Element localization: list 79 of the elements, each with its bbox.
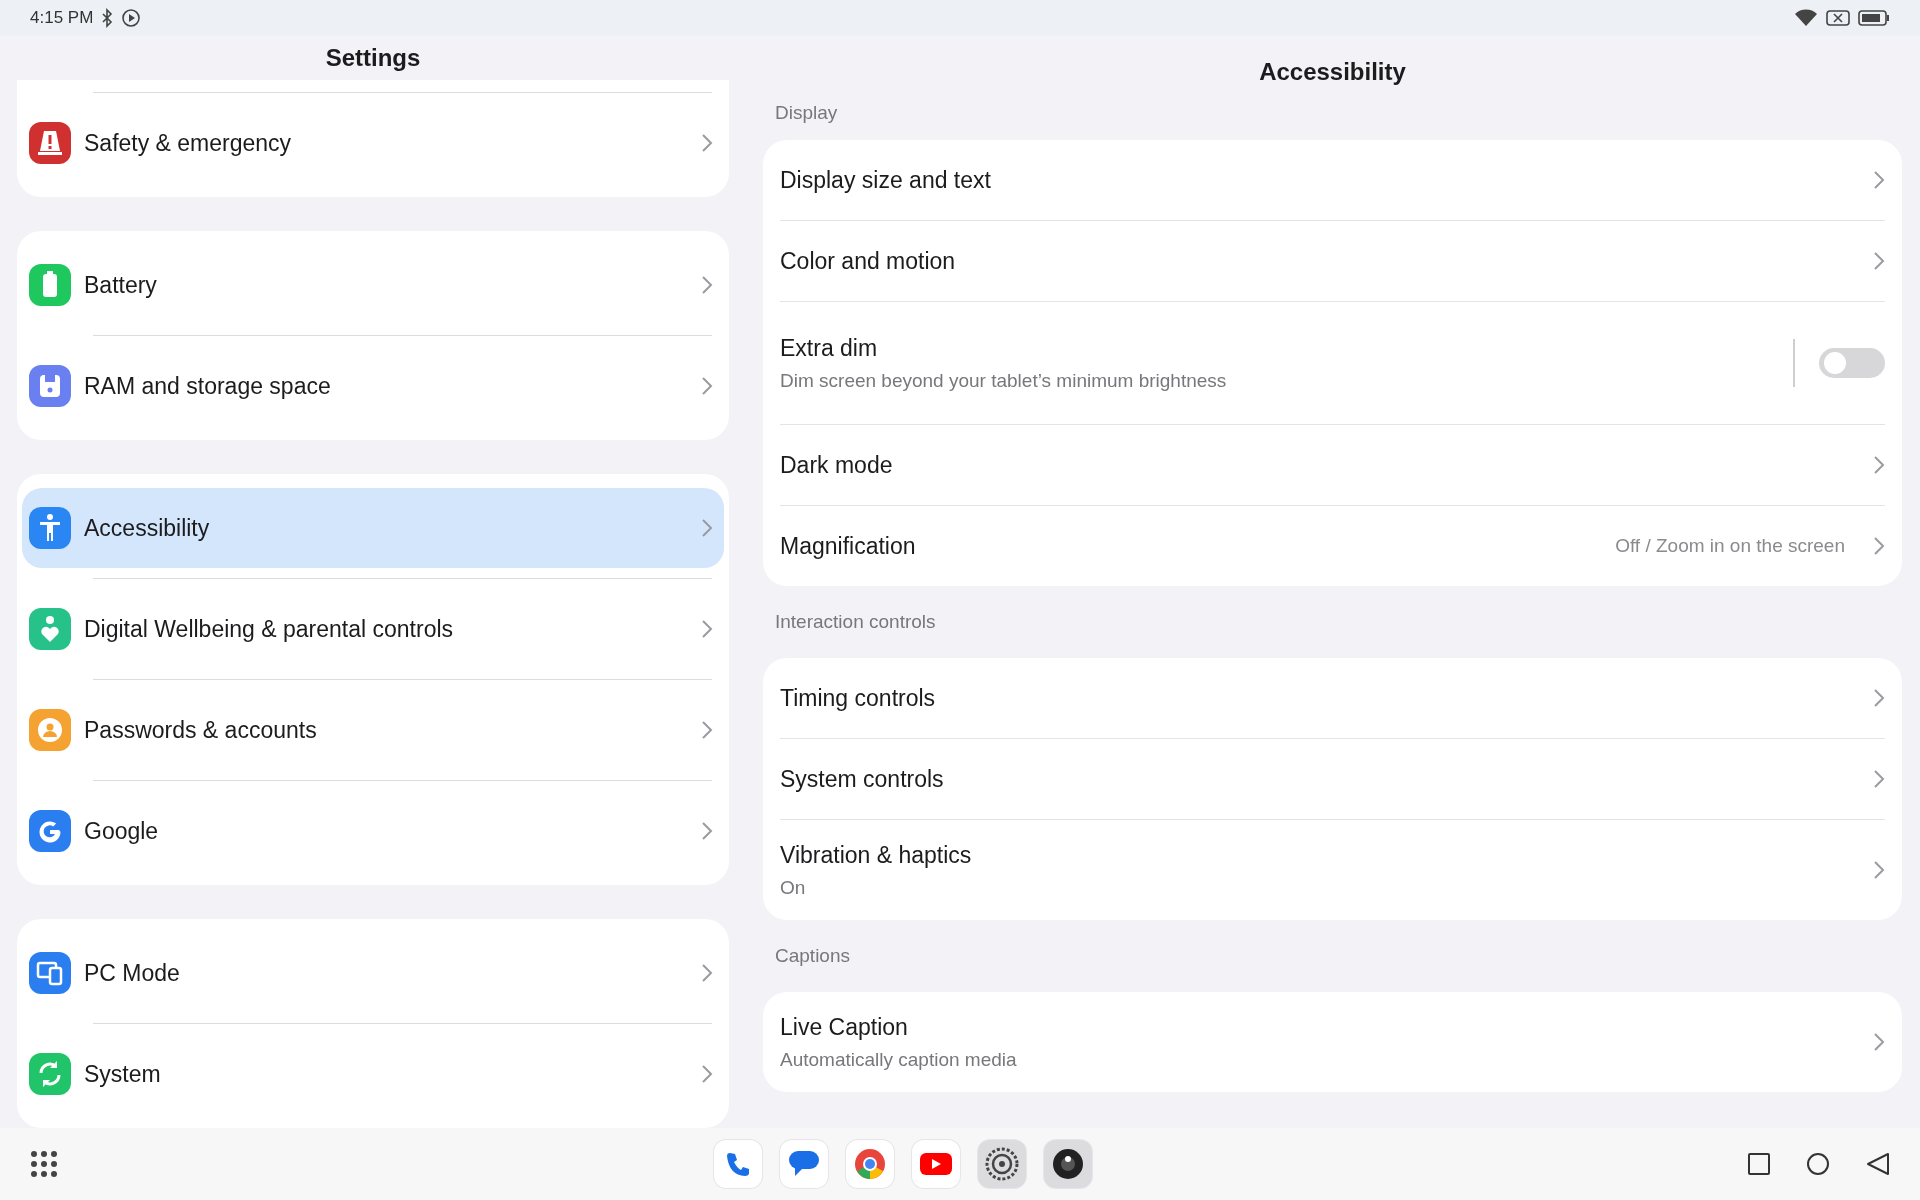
gear-app-icon[interactable] <box>978 1140 1026 1188</box>
item-title: Dark mode <box>780 451 894 479</box>
settings-item[interactable]: System <box>17 1024 729 1124</box>
item-value: Off / Zoom in on the screen <box>1615 535 1845 557</box>
section-header: Interaction controls <box>774 610 937 634</box>
settings-item[interactable]: Vibration & haptics On <box>763 820 1902 920</box>
item-subtitle: On <box>780 876 807 899</box>
bluetooth-icon <box>101 8 114 28</box>
settings-item[interactable]: Accessibility <box>22 488 724 568</box>
item-title: Live Caption <box>780 1013 909 1041</box>
phone-app-icon[interactable] <box>714 1140 762 1188</box>
chevron-icon <box>701 376 713 396</box>
camera-app-icon[interactable] <box>1044 1140 1092 1188</box>
settings-item[interactable]: Digital Wellbeing & parental controls <box>17 579 729 679</box>
chevron-icon <box>1873 860 1885 880</box>
settings-item[interactable]: System controls <box>763 739 1902 819</box>
item-subtitle: Automatically caption media <box>780 1048 1018 1071</box>
clock-time: 4:15 PM <box>30 8 94 28</box>
category-icon <box>29 709 71 751</box>
chevron-icon <box>1873 536 1885 556</box>
category-icon <box>29 810 71 852</box>
category-icon <box>29 507 71 549</box>
settings-item[interactable]: Timing controls <box>763 658 1902 738</box>
chevron-icon <box>1873 455 1885 475</box>
toggle-switch[interactable] <box>1819 348 1885 378</box>
settings-item[interactable]: Battery <box>17 235 729 335</box>
settings-item[interactable]: PC Mode <box>17 923 729 1023</box>
chevron-icon <box>701 720 713 740</box>
settings-item[interactable]: Extra dim Dim screen beyond your tablet’s minimum brightness <box>763 302 1902 424</box>
item-subtitle: Dim screen beyond your tablet’s minimum brightness <box>780 369 1228 392</box>
settings-item[interactable]: Passwords & accounts <box>17 680 729 780</box>
chevron-icon <box>701 1064 713 1084</box>
pane-title: Accessibility <box>1258 56 1407 87</box>
section-header: Captions <box>774 944 851 968</box>
section-header: Display <box>774 102 839 125</box>
settings-item[interactable]: Display size and text <box>763 140 1902 220</box>
browser-app-icon[interactable] <box>846 1140 894 1188</box>
chevron-icon <box>701 275 713 295</box>
item-title: Display size and text <box>780 166 992 194</box>
chevron-icon <box>1873 251 1885 271</box>
chevron-icon <box>701 821 713 841</box>
messages-app-icon[interactable] <box>780 1140 828 1188</box>
settings-item[interactable]: RAM and storage space <box>17 336 729 436</box>
category-icon <box>29 1053 71 1095</box>
app-drawer-icon[interactable] <box>30 1150 58 1178</box>
category-icon <box>29 264 71 306</box>
home-button-icon[interactable] <box>1806 1152 1830 1176</box>
settings-item[interactable]: Dark mode <box>763 425 1902 505</box>
item-title: Color and motion <box>780 247 957 275</box>
settings-item[interactable]: Safety & emergency <box>17 93 729 193</box>
pane-title: Settings <box>324 43 422 73</box>
chevron-icon <box>1873 170 1885 190</box>
settings-item[interactable]: Magnification Off / Zoom in on the screen <box>763 506 1902 586</box>
settings-item[interactable]: Color and motion <box>763 221 1902 301</box>
category-icon <box>29 952 71 994</box>
battery-icon <box>1858 9 1890 27</box>
chevron-icon <box>1873 1032 1885 1052</box>
chevron-icon <box>1873 688 1885 708</box>
item-title: Magnification <box>780 532 917 560</box>
category-icon <box>29 365 71 407</box>
category-icon <box>29 122 71 164</box>
recents-button-icon[interactable] <box>1748 1153 1770 1175</box>
chevron-icon <box>701 518 713 538</box>
wifi-icon <box>1794 9 1818 27</box>
item-title: Extra dim <box>780 334 879 362</box>
category-icon <box>29 608 71 650</box>
item-title: Timing controls <box>780 684 937 712</box>
sim-icon <box>1826 9 1850 27</box>
chevron-icon <box>1873 769 1885 789</box>
chevron-icon <box>701 619 713 639</box>
chevron-icon <box>701 963 713 983</box>
item-title: Vibration & haptics <box>780 841 973 869</box>
play-icon <box>121 8 142 28</box>
video-app-icon[interactable] <box>912 1140 960 1188</box>
back-button-icon[interactable] <box>1866 1152 1890 1176</box>
settings-item[interactable]: Live Caption Automatically caption media <box>763 992 1902 1092</box>
item-title: System controls <box>780 765 945 793</box>
chevron-icon <box>701 133 713 153</box>
settings-item[interactable]: Google <box>17 781 729 881</box>
